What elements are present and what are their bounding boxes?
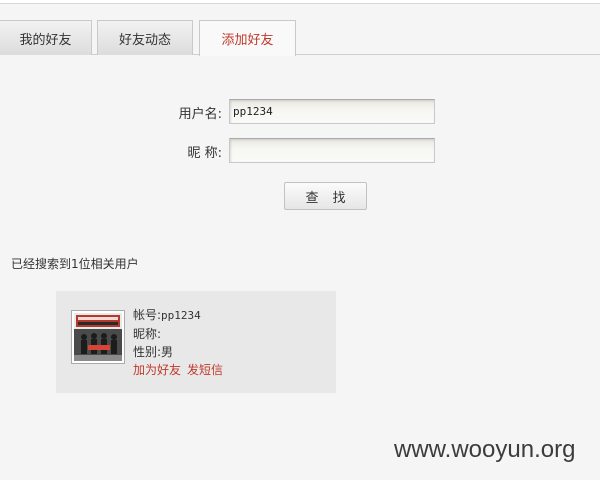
avatar-picture-icon: [74, 313, 122, 361]
account-value: pp1234: [161, 309, 201, 322]
card-nickname-label: 昵称:: [133, 327, 162, 341]
send-message-link[interactable]: 发短信: [187, 363, 223, 377]
username-label: 用户名:: [178, 107, 222, 122]
add-friend-link[interactable]: 加为好友: [133, 363, 181, 377]
tab-add-friend[interactable]: 添加好友: [199, 20, 296, 56]
gender-value: 男: [161, 345, 174, 359]
tab-my-friends[interactable]: 我的好友: [0, 20, 92, 55]
user-info: 帐号:pp1234 昵称: 性别:男 加为好友 发短信: [133, 306, 229, 379]
tab-friend-activity[interactable]: 好友动态: [97, 20, 193, 55]
user-result-card: 帐号:pp1234 昵称: 性别:男 加为好友 发短信: [56, 291, 336, 393]
nickname-line: 昵称:: [133, 325, 229, 343]
account-line: 帐号:pp1234: [133, 306, 229, 325]
actions-line: 加为好友 发短信: [133, 361, 229, 379]
user-avatar-image[interactable]: [71, 310, 125, 364]
top-divider: [0, 0, 600, 4]
username-input[interactable]: [229, 99, 435, 124]
nickname-input[interactable]: [229, 138, 435, 163]
account-label: 帐号:: [133, 308, 162, 322]
search-button[interactable]: 查找: [284, 182, 367, 210]
gender-label: 性别:: [133, 345, 162, 359]
nickname-row: 昵 称:: [0, 138, 600, 164]
gender-line: 性别:男: [133, 343, 229, 361]
nickname-label: 昵 称:: [187, 146, 222, 161]
tab-bar: 我的好友 好友动态 添加好友: [0, 20, 600, 56]
search-result-summary: 已经搜索到1位相关用户: [11, 257, 139, 271]
username-row: 用户名:: [0, 99, 600, 125]
watermark-text: www.wooyun.org: [394, 436, 576, 463]
